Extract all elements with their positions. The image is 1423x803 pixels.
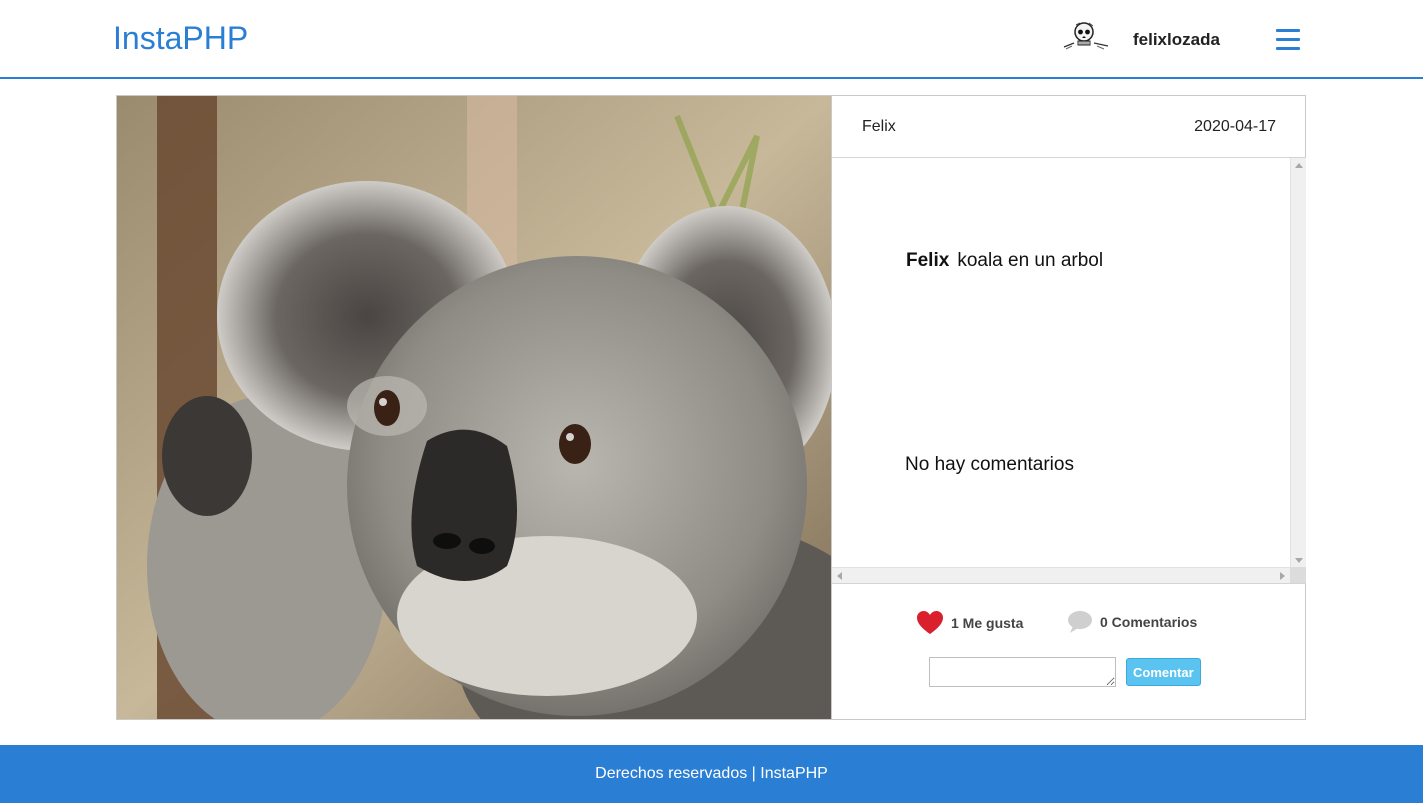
scroll-right-arrow-icon[interactable] — [1280, 572, 1285, 580]
vertical-scrollbar[interactable] — [1290, 158, 1306, 568]
horizontal-scrollbar[interactable] — [832, 567, 1290, 583]
scroll-left-arrow-icon[interactable] — [837, 572, 842, 580]
scroll-down-arrow-icon[interactable] — [1295, 558, 1303, 563]
menu-bar — [1276, 38, 1300, 41]
menu-bar — [1276, 29, 1300, 32]
comments-scroll-area[interactable]: Felix koala en un arbol No hay comentario… — [832, 158, 1306, 584]
comment-form: Comentar — [929, 657, 1201, 687]
post-photo-koala — [117, 96, 831, 719]
username-label[interactable]: felixlozada — [1133, 30, 1220, 50]
scrollbar-corner — [1290, 567, 1306, 583]
comment-input[interactable] — [929, 657, 1116, 687]
post-card: Felix 2020-04-17 Felix koala en un arbol … — [116, 95, 1306, 720]
likes-count: 1 Me gusta — [951, 615, 1024, 631]
comment-submit-button[interactable]: Comentar — [1126, 658, 1201, 686]
comments-count: 0 Comentarios — [1100, 614, 1198, 630]
post-date: 2020-04-17 — [1194, 118, 1276, 135]
skull-icon[interactable] — [1060, 20, 1110, 54]
heart-icon[interactable] — [916, 610, 944, 636]
hamburger-menu-icon[interactable] — [1276, 29, 1302, 53]
koala-illustration — [117, 96, 831, 719]
like-button[interactable]: 1 Me gusta — [916, 610, 1023, 636]
post-author[interactable]: Felix — [862, 118, 896, 136]
footer-text: Derechos reservados | InstaPHP — [595, 765, 828, 782]
caption-text: koala en un arbol — [957, 250, 1104, 271]
post-caption: Felix koala en un arbol — [906, 250, 1103, 272]
no-comments-message: No hay comentarios — [905, 454, 1074, 475]
top-header: InstaPHP felixlozada — [0, 0, 1423, 79]
page-footer: Derechos reservados | InstaPHP — [0, 745, 1423, 803]
caption-author: Felix — [906, 250, 950, 271]
speech-bubble-icon[interactable] — [1067, 610, 1093, 634]
scroll-up-arrow-icon[interactable] — [1295, 163, 1303, 168]
post-header: Felix 2020-04-17 — [832, 96, 1306, 158]
comments-toggle[interactable]: 0 Comentarios — [1067, 610, 1197, 634]
brand-logo[interactable]: InstaPHP — [113, 20, 248, 57]
post-actions: 1 Me gusta 0 Comentarios — [832, 606, 1306, 636]
post-details-panel: Felix 2020-04-17 Felix koala en un arbol … — [831, 96, 1306, 719]
menu-bar — [1276, 47, 1300, 50]
